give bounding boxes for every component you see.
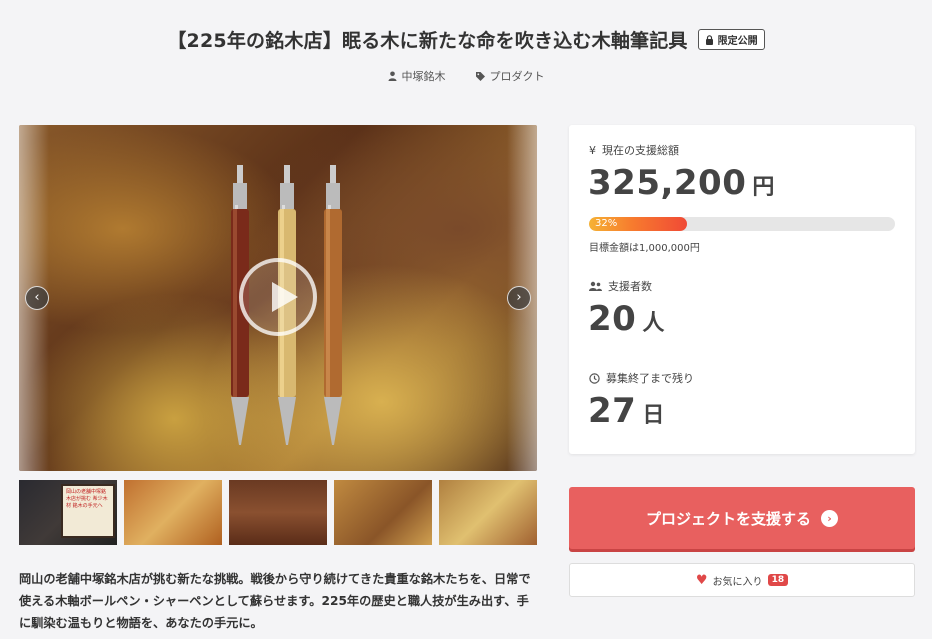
category-link[interactable]: プロダクト [475, 68, 545, 84]
owner-name: 中塚銘木 [401, 70, 446, 83]
supporters-label: 支援者数 [608, 280, 652, 293]
page-title: 【225年の銘木店】眠る木に新たな命を吹き込む木軸筆記具 [167, 30, 688, 52]
heart-icon: ♥ [695, 572, 708, 588]
stats-card: ¥ 現在の支援総額 325,200 円 32% 目標金額は1,000,000円 … [569, 125, 915, 454]
project-description: 岡山の老舗中塚銘木店が挑む新たな挑戦。戦後から守り続けてきた貴重な銘木たちを、日… [19, 572, 531, 630]
thumbnail-note: 岡山の老舗中塚銘木店が挑む 希少木材 銘木の手元へ [61, 484, 115, 538]
tag-icon [475, 71, 485, 81]
amount-label: 現在の支援総額 [602, 144, 679, 157]
favorite-label: お気に入り [712, 576, 763, 588]
chevron-right-icon[interactable]: › [507, 286, 531, 310]
goal-text: 目標金額は1,000,000円 [589, 243, 700, 254]
yen-icon: ¥ [589, 143, 596, 157]
favorite-button[interactable]: ♥ お気に入り 18 [569, 563, 915, 597]
support-button-label: プロジェクトを支援する [645, 509, 811, 528]
supporters-value: 20 [588, 299, 637, 339]
supporters-unit: 人 [642, 311, 665, 336]
amount-value-row: 325,200 円 [588, 163, 774, 203]
remaining-value-row: 27 日 [588, 391, 664, 431]
project-header: 【225年の銘木店】眠る木に新たな命を吹き込む木軸筆記具 限定公開 [0, 26, 932, 53]
remaining-label-row: 募集終了まで残り [589, 370, 694, 386]
amount-value: 325,200 [588, 163, 747, 203]
remaining-unit: 日 [642, 403, 665, 428]
thumbnail[interactable] [229, 480, 327, 545]
chevron-left-icon[interactable]: ‹ [25, 286, 49, 310]
amount-unit: 円 [752, 175, 775, 200]
pen-image [324, 165, 342, 445]
remaining-label: 募集終了まで残り [606, 372, 694, 385]
badge-label: 限定公開 [717, 36, 758, 47]
thumbnail[interactable]: 岡山の老舗中塚銘木店が挑む 希少木材 銘木の手元へ [19, 480, 117, 545]
remaining-value: 27 [588, 391, 637, 431]
thumbnail[interactable] [124, 480, 222, 545]
arrow-right-circle-icon: › [821, 509, 838, 527]
progress-label: 32% [595, 218, 618, 229]
support-project-button[interactable]: プロジェクトを支援する › [569, 487, 915, 549]
limited-badge: 限定公開 [697, 29, 765, 50]
favorite-count: 18 [767, 574, 789, 586]
lock-icon [705, 34, 713, 45]
supporters-label-row: 支援者数 [589, 278, 652, 294]
thumbnail[interactable] [439, 480, 537, 545]
thumbnail[interactable] [334, 480, 432, 545]
amount-label-row: ¥ 現在の支援総額 [589, 142, 679, 158]
user-icon [388, 71, 396, 81]
thumbnail-strip: 岡山の老舗中塚銘木店が挑む 希少木材 銘木の手元へ [19, 480, 537, 545]
category-name: プロダクト [489, 70, 545, 83]
main-media[interactable]: ‹ › [19, 125, 537, 471]
users-icon [589, 281, 602, 291]
clock-icon [589, 372, 600, 384]
owner-link[interactable]: 中塚銘木 [388, 68, 446, 84]
project-meta: 中塚銘木 プロダクト [0, 68, 932, 84]
progress-bar: 32% [589, 217, 895, 231]
supporters-value-row: 20 人 [588, 299, 664, 339]
play-icon[interactable] [239, 258, 317, 336]
